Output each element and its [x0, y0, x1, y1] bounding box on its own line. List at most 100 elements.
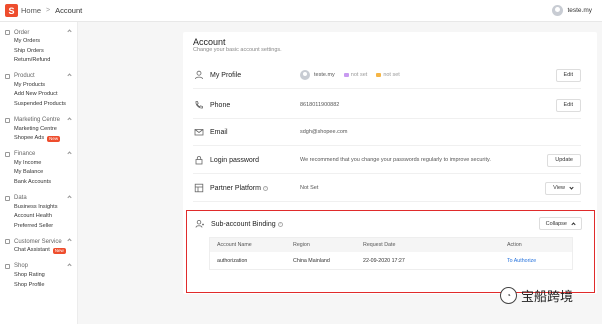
partner-row: Partner Platform ? Not Set View	[193, 175, 581, 202]
profile-field-not-set: not set	[376, 72, 400, 78]
chevron-up-icon	[67, 263, 72, 268]
mail-icon	[193, 126, 205, 138]
page-subtitle: Change your basic account settings.	[193, 47, 282, 53]
email-value: sdgh@shopee.com	[300, 129, 348, 135]
sidebar-item-shopee-ads[interactable]: Shopee Ads New	[0, 134, 77, 144]
phone-icon	[193, 99, 205, 111]
sidebar-item-bank-accounts[interactable]: Bank Accounts	[0, 178, 77, 188]
column-header-region: Region	[293, 242, 310, 248]
sidebar-section-header[interactable]: Data	[0, 194, 77, 203]
edit-phone-button[interactable]: Edit	[555, 98, 581, 112]
edit-profile-button[interactable]: Edit	[555, 68, 581, 82]
column-header-action: Action	[507, 242, 522, 248]
box-icon	[5, 73, 10, 79]
sidebar-section-shop: Shop Shop Rating Shop Profile	[0, 262, 77, 290]
sidebar-section-header[interactable]: Order	[0, 28, 77, 37]
sidebar-item-business-insights[interactable]: Business Insights	[0, 203, 77, 213]
cell-account-name: authorization	[217, 258, 248, 264]
cell-region: China Mainland	[293, 258, 330, 264]
new-badge: New	[47, 135, 61, 142]
sidebar-item-suspended-products[interactable]: Suspended Products	[0, 100, 77, 110]
sidebar-item-account-health[interactable]: Account Health	[0, 212, 77, 222]
field-icon	[376, 73, 382, 77]
watermark-text: 宝船跨境	[521, 290, 574, 305]
user-icon	[193, 69, 205, 81]
sidebar-section-customer-service: Customer Service Chat Assistant New	[0, 237, 77, 256]
sidebar-item-marketing-centre[interactable]: Marketing Centre	[0, 125, 77, 135]
avatar	[300, 70, 310, 80]
chevron-down-icon	[569, 184, 574, 190]
sidebar-section-header[interactable]: Shop	[0, 262, 77, 271]
chevron-up-icon	[67, 73, 72, 78]
sidebar-section-header[interactable]: Product	[0, 72, 77, 81]
password-label: Login password	[210, 156, 260, 164]
email-label: Email	[210, 128, 228, 136]
tag-icon	[5, 117, 10, 123]
sidebar-section-finance: Finance My Income My Balance Bank Accoun…	[0, 150, 77, 188]
sidebar-item-add-new-product[interactable]: Add New Product	[0, 90, 77, 100]
field-icon	[343, 73, 349, 77]
cell-request-date: 22-09-2020 17:27	[363, 258, 405, 264]
shopee-logo-icon[interactable]: S	[5, 4, 18, 17]
profile-label: My Profile	[210, 71, 242, 79]
to-authorize-link[interactable]: To Authorize	[507, 258, 536, 264]
sub-account-label: Sub-account Binding ?	[211, 220, 283, 228]
top-bar: S Home > Account teste.my	[0, 0, 602, 22]
sub-account-table: Account Name Region Request Date Action …	[209, 237, 573, 270]
shop-icon	[5, 263, 10, 269]
sidebar-section-data: Data Business Insights Account Health Pr…	[0, 194, 77, 232]
chart-icon	[5, 195, 10, 201]
sidebar: Order My Orders Ship Orders Return/Refun…	[0, 22, 78, 324]
profile-value: teste.my not set not set	[300, 70, 400, 80]
update-password-button[interactable]: Update	[547, 153, 581, 167]
breadcrumb-home[interactable]: Home	[21, 6, 41, 15]
sidebar-item-my-orders[interactable]: My Orders	[0, 37, 77, 47]
profile-field-not-set: not set	[343, 72, 367, 78]
sub-account-binding-section: Sub-account Binding ? Collapse Account N…	[186, 210, 595, 293]
chevron-up-icon	[67, 29, 72, 34]
users-icon	[194, 218, 206, 230]
sidebar-item-my-products[interactable]: My Products	[0, 81, 77, 91]
user-menu[interactable]: teste.my	[552, 5, 592, 16]
sidebar-item-ship-orders[interactable]: Ship Orders	[0, 47, 77, 57]
headset-icon	[5, 239, 10, 245]
new-badge: New	[52, 248, 66, 255]
phone-row: Phone 8618011900882 Edit	[193, 92, 581, 119]
lock-icon	[193, 154, 205, 166]
partner-value: Not Set	[300, 185, 319, 191]
watermark: ◔ 宝船跨境	[500, 286, 573, 305]
table-row: authorization China Mainland 22-09-2020 …	[210, 252, 572, 270]
password-hint: We recommend that you change your passwo…	[300, 157, 491, 163]
sidebar-item-my-balance[interactable]: My Balance	[0, 168, 77, 178]
view-partner-button[interactable]: View	[545, 181, 581, 195]
sidebar-item-shop-profile[interactable]: Shop Profile	[0, 281, 77, 291]
breadcrumb-current: Account	[55, 6, 83, 15]
sidebar-item-preferred-seller[interactable]: Preferred Seller	[0, 222, 77, 232]
clipboard-icon	[5, 30, 10, 35]
sidebar-section-header[interactable]: Customer Service	[0, 237, 77, 246]
sidebar-item-chat-assistant[interactable]: Chat Assistant New	[0, 246, 77, 256]
chevron-up-icon	[67, 116, 72, 122]
wechat-icon: ◔	[500, 287, 517, 304]
sidebar-section-header[interactable]: Marketing Centre	[0, 116, 77, 125]
sub-account-header: Sub-account Binding ? Collapse	[194, 214, 582, 234]
email-row: Email sdgh@shopee.com	[193, 119, 581, 146]
help-icon[interactable]: ?	[277, 221, 283, 227]
wallet-icon	[5, 151, 10, 157]
grid-icon	[193, 182, 205, 194]
breadcrumb-separator-icon: >	[46, 7, 51, 14]
sidebar-item-return-refund[interactable]: Return/Refund	[0, 56, 77, 66]
collapse-button[interactable]: Collapse	[538, 217, 582, 230]
sidebar-section-header[interactable]: Finance	[0, 150, 77, 159]
username: teste.my	[567, 7, 592, 14]
password-row: Login password We recommend that you cha…	[193, 147, 581, 174]
chevron-up-icon	[67, 151, 72, 156]
page-title: Account	[193, 37, 226, 47]
sidebar-item-shop-rating[interactable]: Shop Rating	[0, 271, 77, 281]
help-icon[interactable]: ?	[262, 185, 268, 191]
chevron-up-icon	[571, 222, 576, 227]
sidebar-item-my-income[interactable]: My Income	[0, 159, 77, 169]
partner-label: Partner Platform ?	[210, 184, 268, 192]
column-header-request-date: Request Date	[363, 242, 396, 248]
sidebar-section-product: Product My Products Add New Product Susp…	[0, 72, 77, 110]
